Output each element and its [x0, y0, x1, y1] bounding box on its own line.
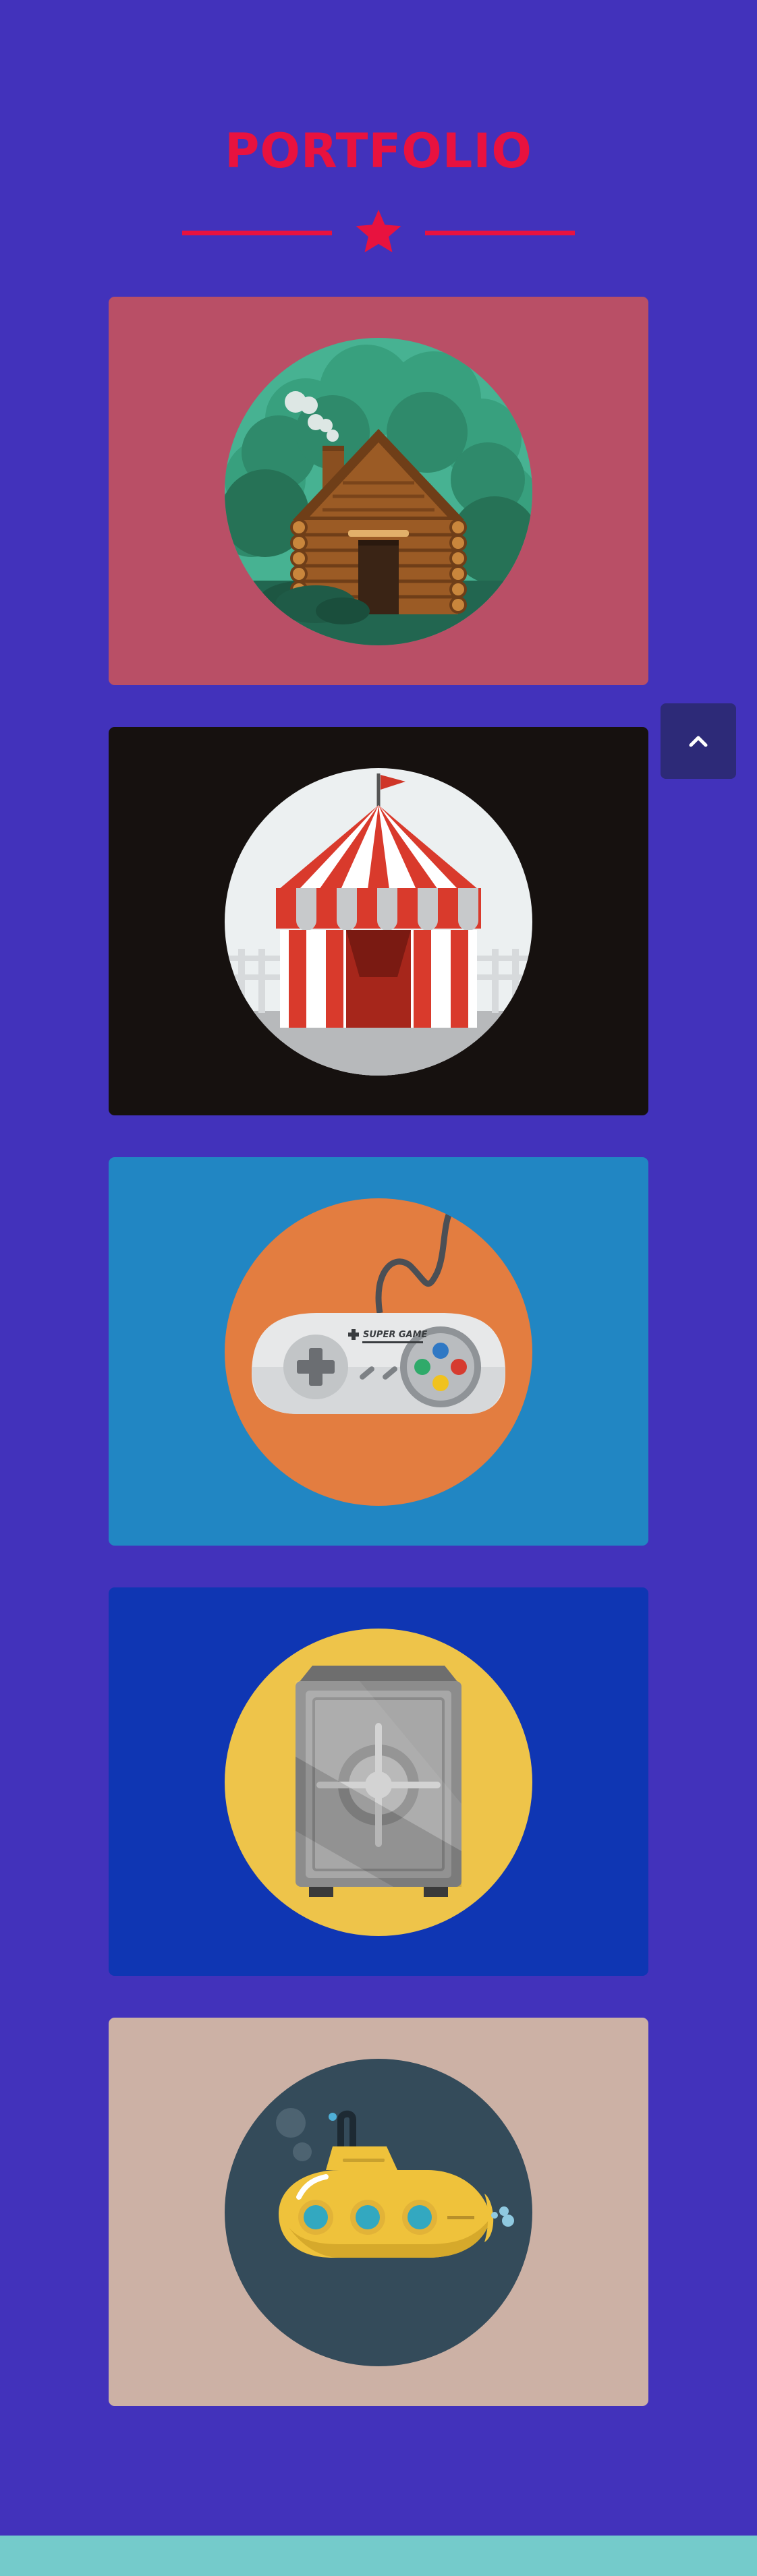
section-divider [182, 210, 575, 253]
circus-tent-icon [225, 768, 532, 1076]
portfolio-item-log-cabin[interactable] [109, 297, 648, 685]
portfolio-item-submarine[interactable] [109, 2018, 648, 2406]
game-controller-icon: SUPER GAME [225, 1198, 532, 1506]
divider-line-left [182, 231, 332, 235]
divider-line-right [425, 231, 575, 235]
portfolio-item-safe[interactable] [109, 1587, 648, 1976]
portfolio-item-game-controller[interactable]: SUPER GAME [109, 1157, 648, 1546]
portfolio-item-circus-tent[interactable] [109, 727, 648, 1115]
star-icon [356, 210, 401, 253]
footer-bar [0, 2536, 757, 2576]
safe-icon [225, 1629, 532, 1936]
log-cabin-icon [225, 338, 532, 645]
controller-brand-label: SUPER GAME [363, 1330, 428, 1340]
section-title: PORTFOLIO [225, 123, 532, 179]
chevron-up-icon [689, 736, 708, 747]
submarine-icon [225, 2059, 532, 2366]
scroll-to-top-button[interactable] [661, 703, 736, 779]
